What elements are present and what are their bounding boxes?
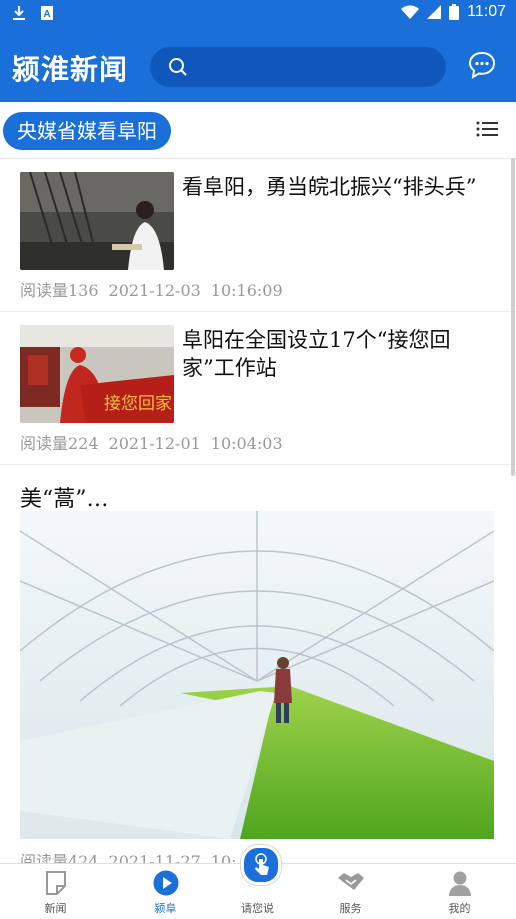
publish-time: 10:16:09 bbox=[210, 281, 283, 300]
publish-date: 2021-12-01 bbox=[108, 434, 201, 453]
read-count: 阅读量224 bbox=[20, 434, 99, 453]
publish-time: 10:04:03 bbox=[210, 434, 283, 453]
article-thumbnail bbox=[20, 172, 174, 270]
touch-icon bbox=[255, 853, 269, 875]
status-bar: A 11:07 bbox=[0, 0, 516, 28]
wifi-icon bbox=[401, 5, 420, 19]
tab-label: 新闻 bbox=[44, 902, 67, 915]
tab-fuyang[interactable]: 颍阜 bbox=[114, 864, 217, 919]
article-title[interactable]: 看阜阳，勇当皖北振兴“排头兵” bbox=[182, 173, 498, 201]
font-icon: A bbox=[41, 6, 53, 20]
article-item[interactable]: 看阜阳，勇当皖北振兴“排头兵” 阅读量136 2021-12-03 10:16:09 bbox=[0, 159, 516, 312]
article-title[interactable]: 阜阳在全国设立17个“接您回家”工作站 bbox=[182, 326, 498, 382]
signal-icon bbox=[427, 5, 442, 19]
tab-service[interactable]: 服务 bbox=[299, 864, 402, 919]
play-icon bbox=[153, 870, 178, 896]
app-header: 颍淮新闻 bbox=[0, 28, 516, 102]
publish-date: 2021-12-03 bbox=[108, 281, 201, 300]
article-image bbox=[20, 511, 494, 839]
article-meta: 阅读量136 2021-12-03 10:16:09 bbox=[20, 277, 283, 301]
download-icon bbox=[13, 6, 25, 20]
read-count: 阅读量136 bbox=[20, 281, 99, 300]
list-menu-icon[interactable] bbox=[476, 120, 498, 138]
handshake-icon bbox=[337, 873, 364, 890]
article-item[interactable]: 接您回家 阜阳在全国设立17个“接您回家”工作站 阅读量224 2021-12-0… bbox=[0, 312, 516, 465]
channel-tab[interactable]: 央媒省媒看阜阳 bbox=[3, 112, 171, 150]
user-icon bbox=[448, 871, 471, 896]
search-icon bbox=[169, 58, 187, 76]
message-icon[interactable] bbox=[467, 50, 497, 80]
battery-icon bbox=[449, 4, 460, 20]
scrollbar[interactable] bbox=[511, 158, 515, 476]
article-title[interactable]: 美“蒿”… bbox=[20, 481, 109, 513]
article-thumbnail: 接您回家 bbox=[20, 325, 174, 423]
banner-text: 接您回家 bbox=[104, 394, 172, 414]
tab-label: 服务 bbox=[339, 902, 362, 915]
svg-text:A: A bbox=[43, 9, 50, 20]
speak-float-button[interactable] bbox=[241, 845, 281, 885]
app-title: 颍淮新闻 bbox=[12, 53, 129, 86]
tab-label: 请您说 bbox=[241, 902, 274, 915]
tab-news[interactable]: 新闻 bbox=[4, 864, 107, 919]
channel-bar: 央媒省媒看阜阳 bbox=[0, 102, 516, 159]
tab-label: 颍阜 bbox=[154, 902, 177, 915]
search-input[interactable] bbox=[150, 47, 446, 87]
tab-me[interactable]: 我的 bbox=[408, 864, 511, 919]
status-time: 11:07 bbox=[467, 3, 506, 20]
tab-label: 我的 bbox=[448, 902, 471, 915]
article-item[interactable]: 美“蒿”… 阅读量424 2021-11-27 10:…5 bbox=[0, 465, 516, 871]
news-icon bbox=[45, 871, 66, 895]
article-meta: 阅读量224 2021-12-01 10:04:03 bbox=[20, 430, 283, 454]
